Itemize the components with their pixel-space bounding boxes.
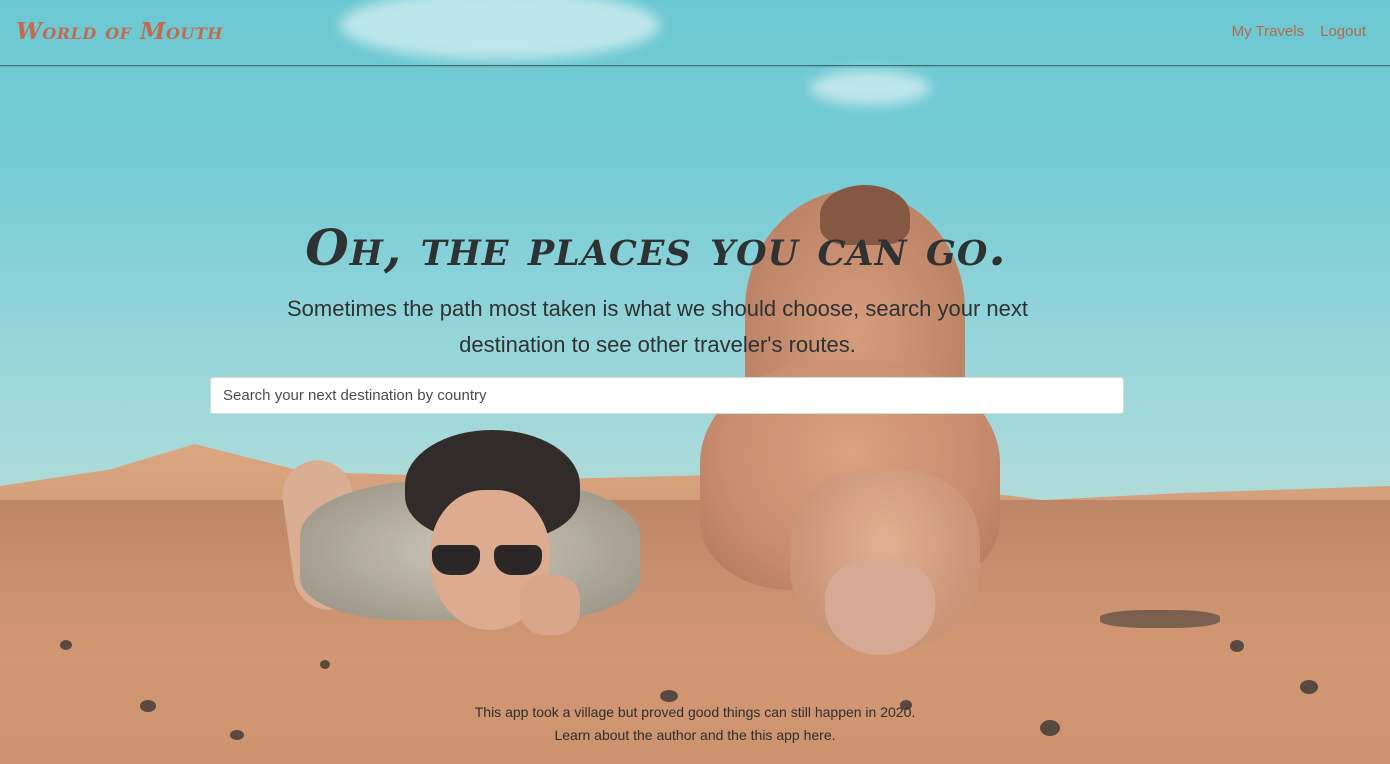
footer-about-link[interactable]: here. — [804, 727, 836, 743]
nav-link-my-travels[interactable]: My Travels — [1232, 23, 1305, 40]
page: World of Mouth My Travels Logout Oh, the… — [0, 0, 1390, 764]
nav-link-logout[interactable]: Logout — [1320, 23, 1366, 40]
footer-line-2-text: Learn about the author and the this app — [554, 727, 804, 743]
nav-links: My Travels Logout — [1232, 23, 1366, 40]
hero-title: Oh, the places you can go. — [305, 218, 1007, 277]
footer-line-1: This app took a village but proved good … — [474, 704, 916, 720]
hero-subtitle: Sometimes the path most taken is what we… — [286, 296, 1029, 357]
destination-search-input[interactable] — [210, 377, 1124, 414]
navbar: World of Mouth My Travels Logout — [0, 0, 1390, 66]
footer-line-2: Learn about the author and the this app … — [0, 724, 1390, 747]
brand-logo[interactable]: World of Mouth — [16, 18, 223, 45]
footer: This app took a village but proved good … — [0, 701, 1390, 747]
